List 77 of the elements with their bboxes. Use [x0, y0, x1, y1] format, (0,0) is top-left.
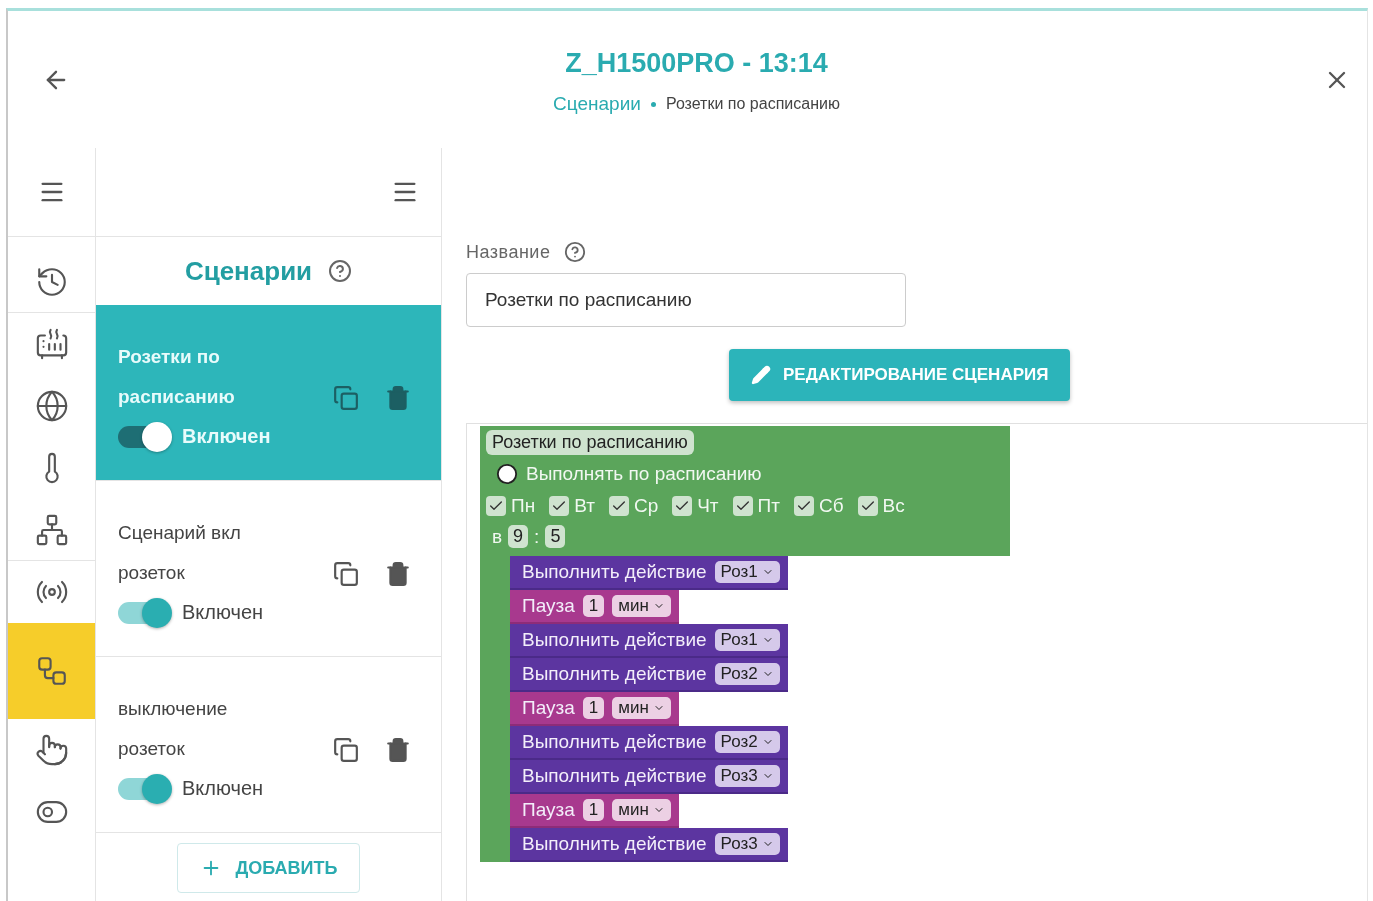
- clock-icon: [496, 463, 518, 485]
- pause-block[interactable]: Пауза 1 мин: [510, 794, 679, 828]
- field-label: Название: [466, 241, 551, 263]
- block-label: Выполнить действие: [522, 561, 707, 583]
- day-label: Пт: [757, 495, 780, 517]
- window-title: Z_H1500PRO - 13:14: [565, 48, 828, 79]
- breadcrumb-current: Розетки по расписанию: [665, 95, 840, 113]
- scenario-name: Розетки по расписанию: [118, 345, 236, 409]
- breadcrumb-separator-icon: [650, 101, 656, 107]
- number-field[interactable]: 1: [582, 697, 605, 719]
- day-label: Ср: [633, 495, 659, 517]
- block-label: Пауза: [522, 697, 575, 719]
- scenario-title-field[interactable]: Розетки по расписанию: [486, 430, 694, 455]
- action-block[interactable]: Выполнить действие Роз3: [510, 760, 788, 794]
- day-checkbox[interactable]: [486, 496, 506, 516]
- panel-title: Сценарии: [184, 255, 313, 287]
- block-label: Выполнить действие: [522, 833, 707, 855]
- network-icon: [34, 512, 69, 547]
- trigger-label: Выполнять по расписанию: [526, 463, 762, 485]
- number-field[interactable]: 1: [582, 595, 605, 617]
- device-dropdown[interactable]: Роз3: [714, 765, 780, 787]
- pointer-icon: [34, 733, 69, 767]
- help-icon[interactable]: [564, 241, 587, 263]
- action-block[interactable]: Выполнить действие Роз1: [510, 624, 788, 658]
- day-checkbox[interactable]: [857, 496, 878, 516]
- status-label: Включен: [182, 425, 271, 448]
- status-label: Включен: [182, 601, 264, 624]
- trash-icon: [385, 384, 411, 411]
- block-label: Выполнить действие: [522, 663, 707, 685]
- time-separator: :: [534, 525, 540, 548]
- pause-block[interactable]: Пауза 1 мин: [510, 590, 679, 624]
- block-label: Пауза: [522, 595, 575, 617]
- trash-icon: [385, 560, 411, 587]
- radiator-icon: [34, 327, 69, 361]
- action-block[interactable]: Выполнить действие Роз2: [510, 726, 788, 760]
- day-label: Вс: [882, 495, 905, 517]
- copy-icon: [333, 560, 359, 587]
- help-icon[interactable]: [328, 259, 353, 283]
- status-label: Включен: [182, 777, 264, 800]
- device-dropdown[interactable]: Роз1: [714, 561, 780, 583]
- day-checkbox[interactable]: [732, 496, 753, 516]
- day-checkbox[interactable]: [672, 496, 693, 516]
- number-field[interactable]: 1: [582, 799, 605, 821]
- pause-block[interactable]: Пауза 1 мин: [510, 692, 679, 726]
- day-label: Сб: [818, 495, 844, 517]
- pencil-icon: [751, 365, 771, 385]
- schedule-block[interactable]: Розетки по расписанию Выполнять по расписанию Пн Вт Ср Чт Пт Сб Вс в 9 : 5: [480, 426, 1010, 556]
- action-block[interactable]: Выполнить действие Роз1: [510, 556, 788, 590]
- day-checkbox[interactable]: [549, 496, 570, 516]
- unit-dropdown[interactable]: мин: [612, 595, 671, 617]
- scenario-name: Сценарий вкл розеток: [118, 521, 242, 585]
- device-dropdown[interactable]: Роз2: [714, 663, 780, 685]
- trash-icon: [385, 736, 411, 763]
- day-label: Пн: [511, 495, 536, 517]
- unit-dropdown[interactable]: мин: [612, 697, 671, 719]
- hour-field[interactable]: 9: [508, 525, 529, 548]
- device-dropdown[interactable]: Роз3: [714, 833, 780, 855]
- day-checkbox[interactable]: [793, 496, 814, 516]
- block-label: Пауза: [522, 799, 575, 821]
- time-prefix: в: [492, 525, 503, 548]
- name-field[interactable]: Розетки по расписанию: [466, 273, 906, 327]
- action-block[interactable]: Выполнить действие Роз3: [510, 828, 788, 862]
- block-label: Выполнить действие: [522, 731, 707, 753]
- copy-icon: [333, 384, 359, 411]
- block-label: Выполнить действие: [522, 629, 707, 651]
- action-block[interactable]: Выполнить действие Роз2: [510, 658, 788, 692]
- device-dropdown[interactable]: Роз2: [714, 731, 780, 753]
- copy-icon: [333, 736, 359, 763]
- minute-field[interactable]: 5: [545, 525, 566, 548]
- day-label: Чт: [697, 495, 719, 517]
- globe-icon: [34, 389, 69, 423]
- device-dropdown[interactable]: Роз1: [714, 629, 780, 651]
- unit-dropdown[interactable]: мин: [612, 799, 671, 821]
- block-label: Выполнить действие: [522, 765, 707, 787]
- day-checkbox[interactable]: [608, 496, 629, 516]
- scenario-name: выключение розеток: [118, 697, 229, 761]
- day-label: Вт: [574, 495, 595, 517]
